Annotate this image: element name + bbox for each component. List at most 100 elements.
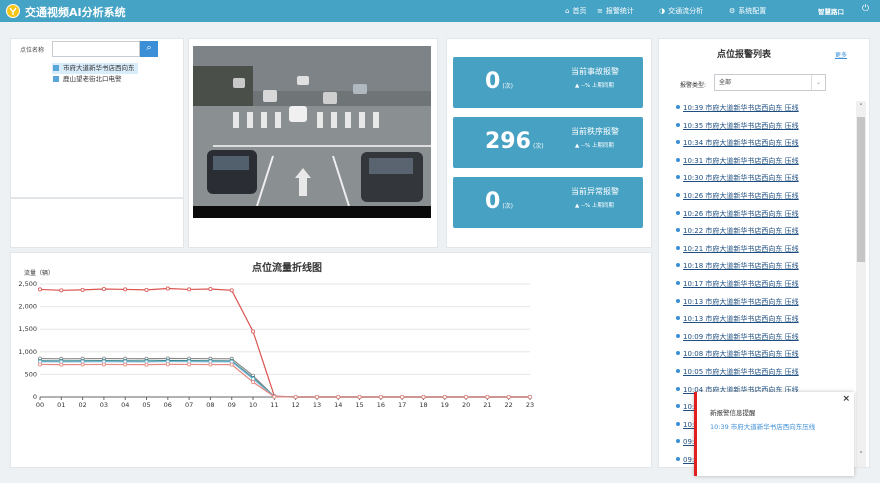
alarm-item[interactable]: 10:13 市府大道新华书店西向东 压线 — [676, 296, 799, 308]
data-point — [101, 362, 106, 367]
notification-title: 新报警信息提醒 — [710, 409, 756, 417]
data-point — [506, 395, 511, 400]
empty-panel — [10, 198, 184, 248]
stat-value: 0 — [485, 69, 501, 94]
alarm-type-label: 报警类型: — [680, 82, 707, 89]
x-tick-label: 22 — [505, 401, 513, 409]
alarm-item[interactable]: 10:08 市府大道新华书店西向东 压线 — [676, 348, 799, 360]
series-line-3 — [39, 360, 530, 398]
alarm-item[interactable]: 10:30 市府大道新华书店西向东 压线 — [676, 172, 799, 184]
video-feed[interactable] — [193, 46, 431, 218]
stat-accident[interactable]: 0 (次) 当前事故报警 ▲ --% 上期同期 — [453, 57, 643, 108]
stat-order[interactable]: 296 (次) 当前秩序报警 ▲ --% 上期同期 — [453, 117, 643, 168]
bullet-icon — [676, 298, 680, 303]
alarm-item[interactable]: 10:05 市府大道新华书店西向东 压线 — [676, 366, 799, 378]
stat-compare: ▲ --% 上期同期 — [575, 143, 614, 149]
bullet-icon — [676, 193, 680, 197]
stat-compare: ▲ --% 上期同期 — [575, 203, 614, 209]
bullet-icon — [676, 140, 680, 145]
alarm-item[interactable]: 10:21 市府大道新华书店西向东 压线 — [676, 243, 799, 255]
power-icon[interactable]: ⏻ — [862, 4, 869, 14]
nav-traffic-analysis[interactable]: ◑ 交通流分析 — [659, 6, 703, 16]
data-point — [251, 376, 256, 381]
bullet-icon — [676, 210, 680, 215]
data-point — [251, 329, 256, 334]
alarm-item[interactable]: 10:26 市府大道新华书店西向东 压线 — [676, 208, 799, 220]
data-point — [144, 362, 149, 367]
alarm-item[interactable]: 10:31 市府大道新华书店西向东 压线 — [676, 155, 799, 167]
alarm-item[interactable]: 10:18 市府大道新华书店西向东 压线 — [676, 260, 799, 272]
x-tick-label: 03 — [100, 401, 108, 409]
alarm-type-select[interactable]: 全部 ⌄ — [714, 74, 826, 91]
alarm-item[interactable]: 10:26 市府大道新华书店西向东 压线 — [676, 190, 799, 202]
alarm-item[interactable]: 09: — [676, 454, 694, 466]
alarm-item[interactable]: 10:39 市府大道新华书店西向东 压线 — [676, 102, 799, 114]
alarm-item[interactable]: 10: — [676, 401, 694, 413]
nav-system-config[interactable]: ⚙ 系统配置 — [729, 6, 766, 16]
bullet-icon — [676, 281, 680, 285]
search-button[interactable]: ⌕ — [140, 41, 158, 57]
close-icon[interactable]: × — [842, 394, 850, 404]
logo-icon — [6, 4, 20, 18]
alarm-item[interactable]: 10:17 市府大道新华书店西向东 压线 — [676, 278, 799, 290]
x-tick-label: 21 — [483, 401, 491, 409]
alarm-item[interactable]: 10:22 市府大道新华书店西向东 压线 — [676, 225, 799, 237]
bullet-icon — [676, 404, 680, 409]
data-point — [165, 362, 170, 367]
scroll-down-icon[interactable]: ˅ — [856, 451, 866, 459]
data-point — [400, 395, 405, 400]
alarm-item[interactable]: 09: — [676, 436, 694, 448]
alarm-item[interactable]: 10: — [676, 419, 694, 431]
scroll-thumb[interactable] — [857, 117, 865, 262]
alarm-notification[interactable]: × 新报警信息提醒 10:39 市府大道新华书店西向东压线 — [694, 392, 854, 476]
data-point — [378, 395, 383, 400]
location-item[interactable]: 鹿山望老街北口电警 — [52, 74, 122, 85]
app-title: 交通视频AI分析系统 — [25, 6, 126, 19]
camera-image — [193, 46, 431, 218]
x-tick-label: 05 — [142, 401, 150, 409]
data-point — [37, 362, 42, 367]
location-panel — [10, 38, 184, 198]
nav-alarm-stats[interactable]: ≡ 报警统计 — [597, 6, 634, 16]
x-tick-label: 09 — [228, 401, 236, 409]
alarm-list-title: 点位报警列表 — [717, 50, 772, 60]
stat-abnormal[interactable]: 0 (次) 当前异常报警 ▲ --% 上期同期 — [453, 177, 643, 228]
data-point — [314, 395, 319, 400]
location-item[interactable]: 市府大道新华书店西向东 — [52, 63, 138, 74]
x-tick-label: 08 — [206, 401, 214, 409]
bullet-icon — [676, 245, 680, 250]
alarm-item[interactable]: 10:34 市府大道新华书店西向东 压线 — [676, 137, 799, 149]
bullet-icon — [676, 333, 680, 338]
nav-home[interactable]: ⌂ 首页 — [565, 6, 586, 16]
bullet-icon — [676, 457, 680, 461]
data-point — [442, 395, 447, 400]
alarm-item[interactable]: 10:13 市府大道新华书店西向东 压线 — [676, 313, 799, 325]
stat-unit: (次) — [532, 143, 544, 150]
chevron-down-icon: ⌄ — [811, 75, 825, 90]
stat-label: 当前事故报警 — [571, 67, 619, 76]
scroll-up-icon[interactable]: ˄ — [856, 103, 866, 111]
alarm-item[interactable]: 10:09 市府大道新华书店西向东 压线 — [676, 331, 799, 343]
alarm-item[interactable]: 10:35 市府大道新华书店西向东 压线 — [676, 120, 799, 132]
bullet-icon — [676, 263, 680, 268]
x-tick-label: 06 — [164, 401, 172, 409]
bullet-icon — [676, 175, 680, 180]
bullet-icon — [676, 351, 680, 356]
more-link[interactable]: 更多 — [835, 50, 847, 59]
x-tick-label: 20 — [462, 401, 470, 409]
user-name[interactable]: 智慧路口 — [818, 6, 844, 16]
data-point — [59, 288, 64, 293]
notification-message[interactable]: 10:39 市府大道新华书店西向东压线 — [710, 421, 815, 431]
alarm-scrollbar[interactable]: ˄ ˅ — [856, 101, 866, 467]
data-point — [528, 395, 533, 400]
x-tick-label: 01 — [57, 401, 65, 409]
search-input[interactable] — [52, 41, 140, 57]
x-tick-label: 10 — [249, 401, 257, 409]
x-tick-label: 04 — [121, 401, 129, 409]
x-tick-label: 23 — [526, 401, 534, 409]
bullet-icon — [676, 105, 680, 109]
home-icon: ⌂ — [565, 7, 570, 15]
data-point — [251, 380, 256, 385]
data-point — [421, 395, 426, 400]
x-tick-label: 17 — [398, 401, 406, 409]
